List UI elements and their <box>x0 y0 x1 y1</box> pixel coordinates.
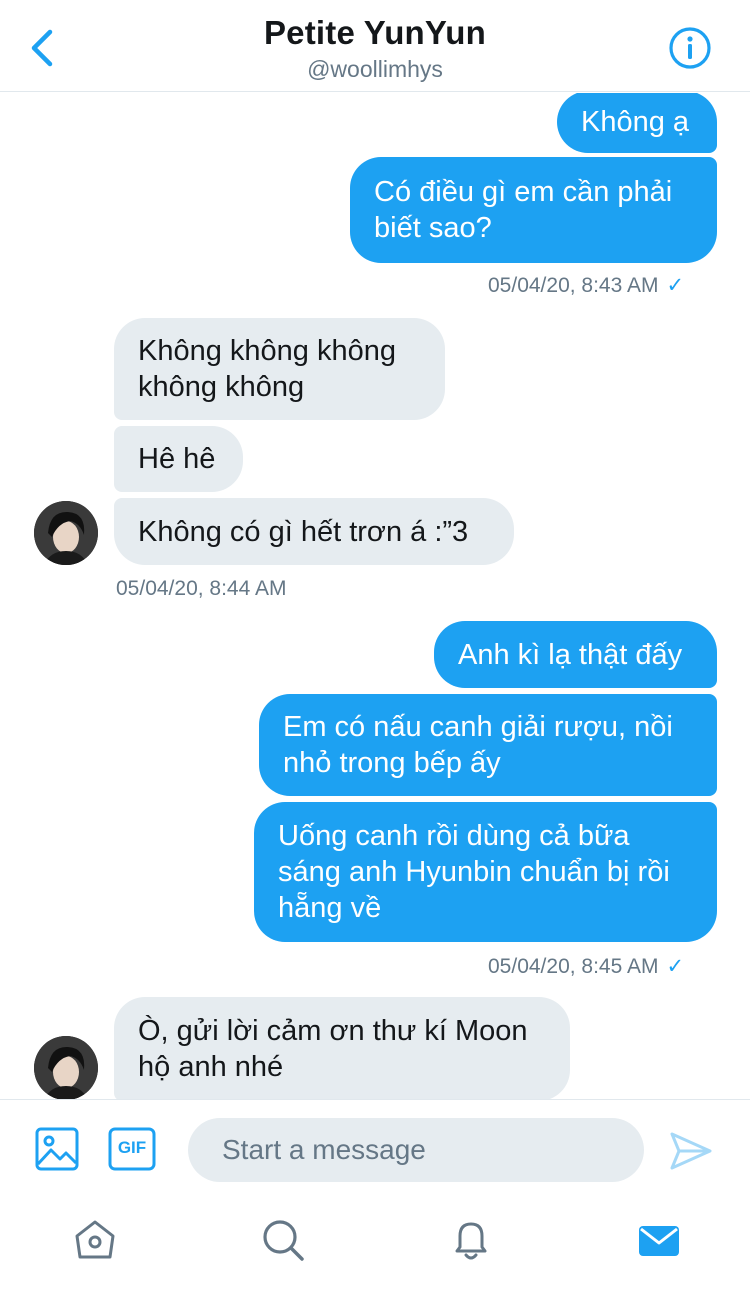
received-message-bubble[interactable]: Không có gì hết trơn á :”3 <box>114 498 514 565</box>
send-icon <box>670 1132 712 1170</box>
conversation-header: Petite YunYun @woollimhys <box>0 0 750 92</box>
received-message-bubble[interactable]: Ò, gửi lời cảm ơn thư kí Moon hộ anh nhé <box>114 997 570 1099</box>
message-text: Ò, gửi lời cảm ơn thư kí Moon <box>138 1015 528 1047</box>
messages-mail-icon <box>639 1226 679 1256</box>
add-gif-button[interactable]: GIF <box>108 1126 156 1172</box>
message-timestamp: 05/04/20, 8:43 AM ✓ <box>488 274 685 297</box>
message-text: Không không không <box>138 335 396 367</box>
avatar-photo-icon <box>34 501 98 565</box>
message-text: Uống canh rồi dùng cả bữa <box>278 820 630 852</box>
conversation-handle: @woollimhys <box>307 56 443 82</box>
conversation-title: Petite YunYun <box>263 14 487 51</box>
add-photo-button[interactable] <box>34 1126 80 1172</box>
tab-notifications[interactable] <box>448 1217 494 1263</box>
tab-search[interactable] <box>260 1217 306 1263</box>
message-timestamp: 05/04/20, 8:44 AM <box>116 577 287 600</box>
image-icon <box>35 1127 79 1171</box>
message-list[interactable]: Không ạ Có điều gì em cần phải biết sao?… <box>0 93 750 1099</box>
avatar[interactable] <box>34 1036 98 1099</box>
received-message-bubble[interactable]: Hê hê <box>114 426 243 492</box>
message-text: nhỏ trong bếp ấy <box>283 747 501 779</box>
sent-message-bubble[interactable]: Không ạ <box>557 93 717 153</box>
info-icon <box>669 27 711 69</box>
bottom-tab-bar <box>0 1199 750 1297</box>
message-text: Anh kì lạ thật đấy <box>458 638 683 671</box>
message-text: biết sao? <box>374 212 492 244</box>
message-timestamp: 05/04/20, 8:45 AM ✓ <box>488 955 685 978</box>
sent-message-bubble[interactable]: Có điều gì em cần phải biết sao? <box>350 157 717 263</box>
gif-label: GIF <box>117 1138 147 1157</box>
message-composer: GIF <box>0 1099 750 1199</box>
home-icon <box>75 1220 115 1259</box>
sent-message-bubble[interactable]: Anh kì lạ thật đấy <box>434 621 717 688</box>
avatar-photo-icon <box>34 1036 98 1099</box>
send-button[interactable] <box>668 1128 714 1174</box>
message-text: Có điều gì em cần phải <box>374 176 673 208</box>
message-text: sáng anh Hyunbin chuẩn bị rồi <box>278 856 670 888</box>
read-check-icon: ✓ <box>666 274 685 297</box>
message-text: Không có gì hết trơn á :”3 <box>138 515 469 548</box>
sent-message-bubble[interactable]: Em có nấu canh giải rượu, nồi nhỏ trong … <box>259 694 717 796</box>
notifications-bell-icon <box>455 1222 487 1260</box>
message-text: hộ anh nhé <box>138 1051 284 1083</box>
avatar[interactable] <box>34 501 98 565</box>
tab-home[interactable] <box>72 1217 118 1263</box>
dm-conversation-screen: Petite YunYun @woollimhys Không ạ Có điề… <box>0 0 750 1297</box>
search-icon <box>263 1220 304 1261</box>
sent-message-bubble[interactable]: Uống canh rồi dùng cả bữa sáng anh Hyunb… <box>254 802 717 942</box>
message-text: Em có nấu canh giải rượu, nồi <box>283 711 673 743</box>
message-text: không không <box>138 371 305 403</box>
header-title-block[interactable]: Petite YunYun @woollimhys <box>0 14 750 83</box>
message-input[interactable] <box>188 1118 644 1182</box>
info-button[interactable] <box>668 26 712 70</box>
message-text: Không ạ <box>581 106 690 138</box>
tab-messages[interactable] <box>636 1217 682 1263</box>
message-text: Hê hê <box>138 443 216 475</box>
read-check-icon: ✓ <box>666 955 685 978</box>
message-text: hẵng về <box>278 892 382 924</box>
received-message-bubble[interactable]: Không không không không không <box>114 318 445 420</box>
